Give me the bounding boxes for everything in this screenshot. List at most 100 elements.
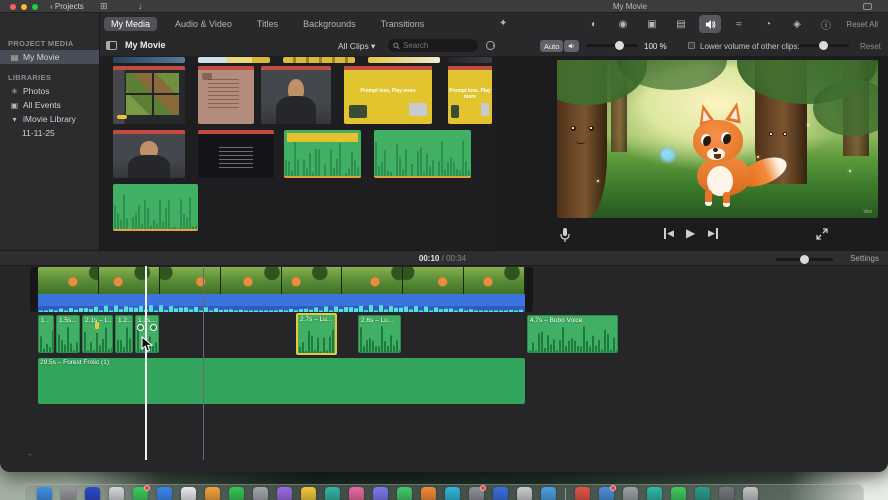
speed-icon[interactable]: ◔ xyxy=(757,15,779,33)
trim-handle[interactable] xyxy=(137,324,144,331)
dock-app-icon[interactable] xyxy=(647,487,662,500)
lower-volume-slider-knob[interactable] xyxy=(819,41,828,50)
color-balance-icon[interactable]: ◐ xyxy=(583,15,605,33)
trim-handle[interactable] xyxy=(150,324,157,331)
dock-app-icon[interactable] xyxy=(301,487,316,500)
audio-clip-1[interactable]: 1... xyxy=(38,315,54,353)
dock-app-icon[interactable] xyxy=(157,487,172,500)
clip-left-handle[interactable] xyxy=(30,267,38,312)
dock-app-icon[interactable] xyxy=(181,487,196,500)
info-icon[interactable]: ⓘ xyxy=(815,15,837,33)
media-thumbnail-partial[interactable] xyxy=(368,57,440,63)
reset-button[interactable]: Reset xyxy=(860,42,881,51)
dock-app-icon[interactable] xyxy=(349,487,364,500)
media-thumbnail-audio-clip[interactable] xyxy=(113,184,198,231)
dock-app-icon[interactable] xyxy=(575,487,590,500)
media-thumbnail-audio-clip-yellow-band[interactable] xyxy=(284,130,361,178)
dock-app-icon[interactable] xyxy=(671,487,686,500)
media-thumbnail-presenter-video[interactable] xyxy=(113,130,185,178)
reset-all-button[interactable]: Reset All xyxy=(846,20,878,29)
music-clip[interactable]: 29.5s – Forest Frolic (1) xyxy=(38,358,525,404)
clip-right-handle[interactable] xyxy=(525,267,533,312)
dock-app-icon[interactable] xyxy=(397,487,412,500)
media-thumbnail-audio-clip[interactable] xyxy=(374,130,471,178)
dock-app-icon[interactable] xyxy=(253,487,268,500)
dock-app-icon[interactable] xyxy=(421,487,436,500)
search-input[interactable] xyxy=(403,41,473,50)
dock-app-icon[interactable] xyxy=(517,487,532,500)
tab-audio-video[interactable]: Audio & Video xyxy=(168,17,239,31)
dock-app-icon[interactable] xyxy=(61,487,76,500)
mute-speaker-button[interactable] xyxy=(564,40,579,52)
search-field[interactable] xyxy=(388,39,478,52)
video-clip-audio-track[interactable] xyxy=(38,294,525,312)
enhance-magic-wand-icon[interactable]: ✦ xyxy=(499,18,507,29)
dock-app-icon[interactable] xyxy=(229,487,244,500)
voiceover-mic-icon[interactable] xyxy=(560,228,570,243)
dock-app-icon[interactable] xyxy=(37,487,52,500)
dock-app-icon[interactable] xyxy=(599,485,616,500)
stabilization-icon[interactable]: ▤ xyxy=(670,15,692,33)
skip-back-button[interactable]: ◀ xyxy=(664,228,674,239)
playhead[interactable] xyxy=(145,266,147,460)
preview-frame[interactable]: Veo xyxy=(557,60,878,218)
media-thumbnail-presenter-video[interactable] xyxy=(261,66,331,124)
refresh-icon[interactable] xyxy=(485,40,496,51)
play-button[interactable]: ▶ xyxy=(686,226,695,240)
media-thumbnail-terminal-video[interactable] xyxy=(198,130,274,178)
media-thumbnail-partial[interactable] xyxy=(198,57,270,63)
timeline-settings-button[interactable]: Settings xyxy=(850,254,879,263)
volume-icon[interactable] xyxy=(699,15,721,33)
dock-app-icon[interactable] xyxy=(85,487,100,500)
dock-app-icon[interactable] xyxy=(325,487,340,500)
color-correction-icon[interactable]: ◉ xyxy=(612,15,634,33)
minimize-window-button[interactable] xyxy=(21,4,27,10)
dock-app-icon[interactable] xyxy=(623,487,638,500)
media-thumbnail-fox-collage-screenshot[interactable] xyxy=(113,66,185,124)
sidebar-item-all-events[interactable]: ▣ All Events xyxy=(0,98,99,112)
dock-app-icon[interactable] xyxy=(445,487,460,500)
skip-forward-button[interactable]: ▶ xyxy=(708,228,718,239)
sidebar-item-my-movie[interactable]: ▤ My Movie xyxy=(0,50,99,64)
video-clip-filmstrip[interactable] xyxy=(38,267,525,294)
dock-app-icon[interactable] xyxy=(109,487,124,500)
media-thumbnail-partial[interactable] xyxy=(113,57,185,63)
audio-clip-3[interactable]: 2.1s – L... xyxy=(82,315,113,353)
macos-dock[interactable] xyxy=(24,484,864,500)
media-thumbnail-slide-partial[interactable]: Prompt less, Play more xyxy=(448,66,492,124)
import-media-icon[interactable]: ⊞ xyxy=(100,1,108,12)
crop-icon[interactable]: ▣ xyxy=(641,15,663,33)
audio-clip-8[interactable]: 4.7s – Bobo Voice xyxy=(527,315,618,353)
media-thumbnail-partial[interactable] xyxy=(448,57,492,63)
volume-slider-knob[interactable] xyxy=(615,41,624,50)
audio-clip-7[interactable]: 2.6s – Lu... xyxy=(358,315,401,353)
volume-slider[interactable] xyxy=(586,44,638,47)
lower-volume-checkbox[interactable] xyxy=(688,42,695,49)
clip-filter-icon[interactable]: ◈ xyxy=(786,15,808,33)
media-thumbnail-yellow-slide[interactable]: Prompt less, Play more xyxy=(344,66,432,124)
dock-app-icon[interactable] xyxy=(133,485,150,500)
tab-my-media[interactable]: My Media xyxy=(104,17,158,31)
auto-volume-button[interactable]: Auto xyxy=(540,40,564,52)
dock-app-icon[interactable] xyxy=(743,487,758,500)
dock-app-icon[interactable] xyxy=(719,487,734,500)
download-arrow-icon[interactable]: ↓ xyxy=(138,1,143,11)
close-window-button[interactable] xyxy=(10,4,16,10)
fullscreen-icon[interactable] xyxy=(816,228,828,240)
audio-clip-4[interactable]: 1.2... xyxy=(115,315,133,353)
tab-titles[interactable]: Titles xyxy=(250,17,285,31)
media-thumbnail-text-document[interactable] xyxy=(198,66,254,124)
tab-backgrounds[interactable]: Backgrounds xyxy=(296,17,363,31)
dock-app-icon[interactable] xyxy=(541,487,556,500)
sidebar-toggle-icon[interactable] xyxy=(106,41,117,50)
noise-reduction-icon[interactable]: ≈ xyxy=(728,15,750,33)
window-layout-icon[interactable] xyxy=(863,3,872,10)
audio-clip-6[interactable]: 2.7s – Lu... xyxy=(296,313,337,355)
audio-clip-2[interactable]: 1.5s... xyxy=(56,315,80,353)
sidebar-item-photos[interactable]: ✳ Photos xyxy=(0,84,99,98)
zoom-window-button[interactable] xyxy=(32,4,38,10)
tab-transitions[interactable]: Transitions xyxy=(374,17,432,31)
dock-app-icon[interactable] xyxy=(695,487,710,500)
dock-app-icon[interactable] xyxy=(373,487,388,500)
media-thumbnail-partial[interactable] xyxy=(283,57,355,63)
